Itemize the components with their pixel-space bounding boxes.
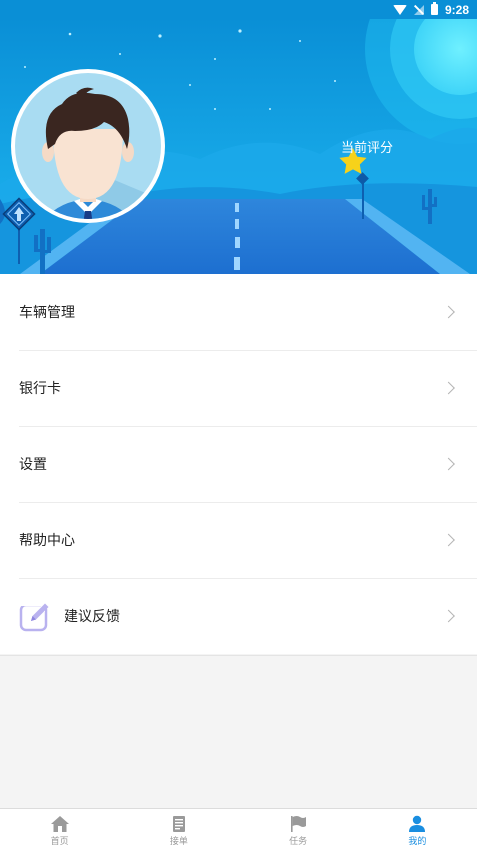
menu-item-label: 建议反馈 [64, 609, 120, 625]
bottom-tab-bar: 首页 接单 任务 我的 [0, 808, 477, 850]
tab-tasks[interactable]: 任务 [239, 809, 358, 850]
tab-home[interactable]: 首页 [0, 809, 119, 850]
document-icon [172, 816, 185, 832]
tab-label: 首页 [50, 837, 69, 847]
chevron-right-icon [442, 305, 455, 319]
menu-item-help-center[interactable]: 帮助中心 [0, 502, 477, 578]
chevron-right-icon [442, 381, 455, 395]
menu-item-label: 设置 [19, 457, 47, 473]
tab-label: 接单 [169, 837, 188, 847]
header-illustration [0, 19, 477, 274]
wifi-icon [392, 4, 407, 15]
no-signal-icon [413, 4, 424, 15]
chevron-right-icon [442, 609, 455, 623]
tab-label: 我的 [408, 837, 427, 847]
tab-label: 任务 [289, 837, 308, 847]
tab-orders[interactable]: 接单 [119, 809, 238, 850]
status-bar: 9:28 [0, 0, 477, 19]
menu-list: 车辆管理 银行卡 设置 帮助中心 建议反馈 [0, 274, 477, 654]
menu-item-vehicle-management[interactable]: 车辆管理 [0, 274, 477, 350]
menu-item-label: 银行卡 [19, 381, 61, 397]
current-score-label: 当前评分 [341, 141, 394, 156]
battery-icon [430, 2, 438, 15]
profile-header: 当前评分 [0, 19, 477, 274]
menu-item-bank-card[interactable]: 银行卡 [0, 350, 477, 426]
menu-item-label: 车辆管理 [19, 305, 75, 321]
menu-divider [0, 655, 477, 656]
status-time: 9:28 [444, 2, 469, 17]
home-icon [50, 816, 69, 832]
tab-mine[interactable]: 我的 [358, 809, 477, 850]
menu-item-label: 帮助中心 [19, 533, 75, 549]
chevron-right-icon [442, 457, 455, 471]
flag-icon [291, 816, 307, 832]
menu-item-feedback[interactable]: 建议反馈 [0, 578, 477, 654]
edit-icon [19, 599, 52, 631]
menu-item-settings[interactable]: 设置 [0, 426, 477, 502]
chevron-right-icon [442, 533, 455, 547]
user-icon [409, 815, 426, 832]
